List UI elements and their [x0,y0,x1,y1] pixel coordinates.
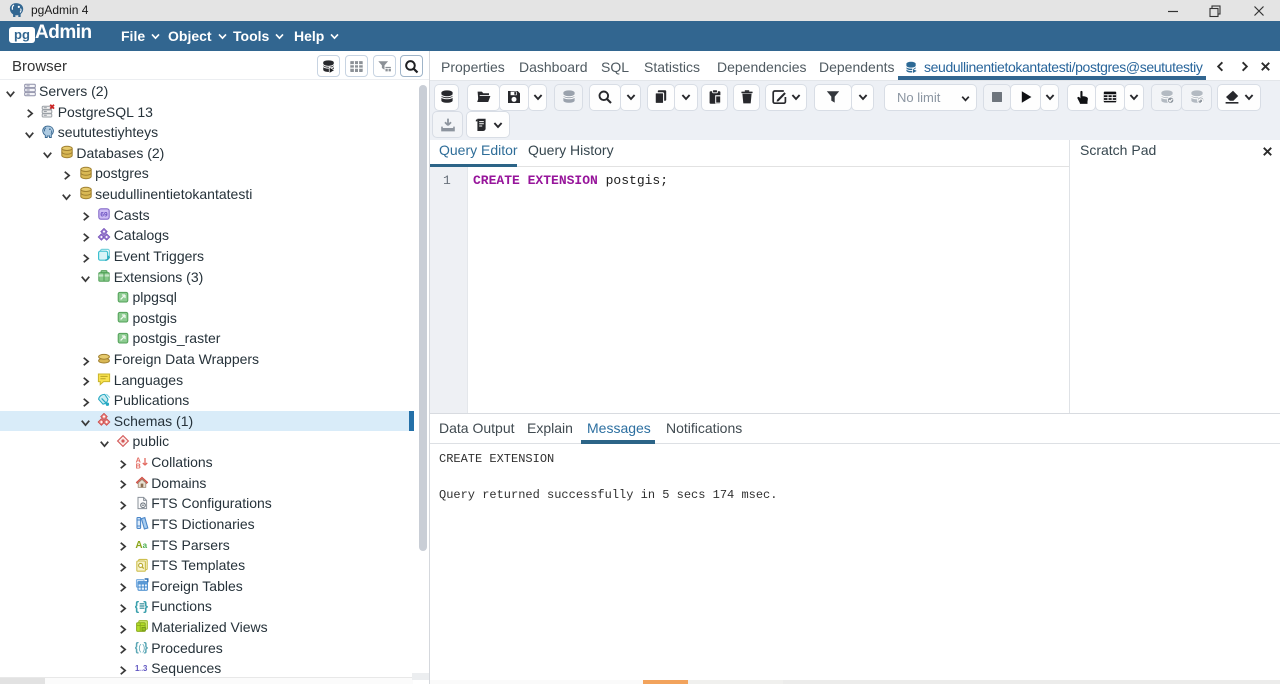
svg-text:a: a [142,541,147,550]
svg-text:69: 69 [101,212,109,219]
svg-text:{: { [135,599,139,613]
svg-text:(: ( [138,643,141,653]
svg-text:): ) [142,643,145,653]
svg-text:B: B [135,461,140,468]
svg-text:A: A [135,540,142,551]
svg-text:3: 3 [143,664,148,673]
